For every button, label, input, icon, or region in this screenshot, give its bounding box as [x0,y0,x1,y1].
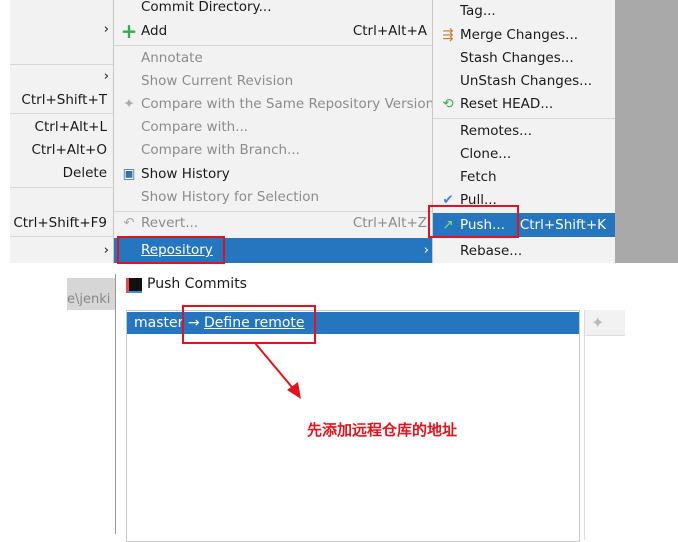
annotation-text: 先添加远程仓库的地址 [307,421,458,439]
annotation-arrow [254,342,301,399]
